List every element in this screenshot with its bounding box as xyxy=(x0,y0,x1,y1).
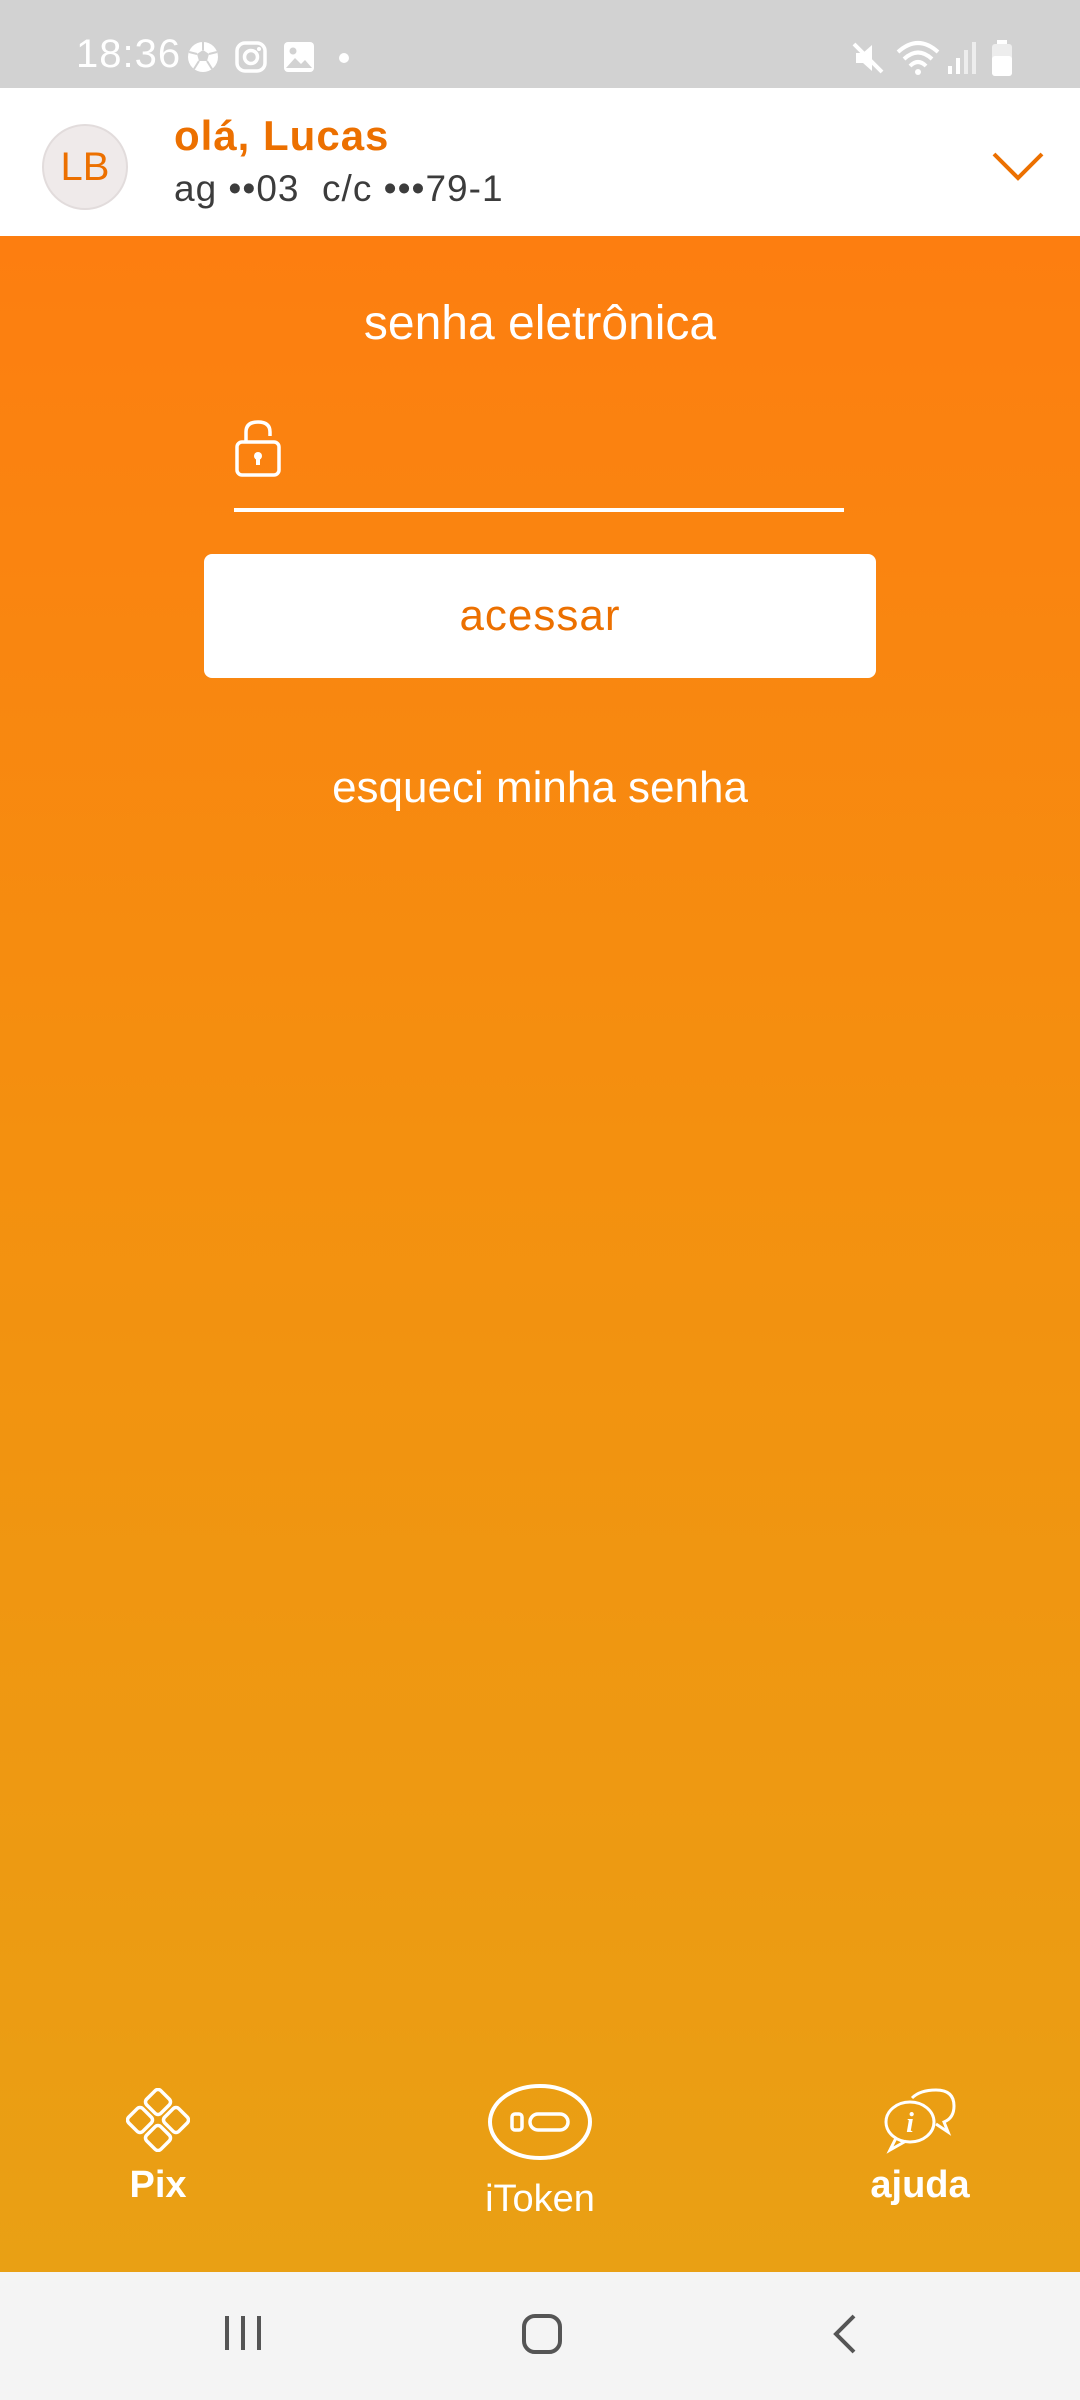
access-button[interactable]: acessar xyxy=(204,554,876,678)
help-label: ajuda xyxy=(870,2164,970,2206)
help-shortcut[interactable]: i ajuda xyxy=(850,2088,990,2207)
instagram-icon xyxy=(235,41,267,73)
avatar[interactable]: LB xyxy=(42,124,128,210)
login-panel: senha eletrônica acessar esqueci minha s… xyxy=(0,236,1080,2272)
dot-icon xyxy=(339,53,349,63)
pix-icon xyxy=(125,2087,191,2153)
lock-icon xyxy=(235,420,281,477)
system-nav-bar xyxy=(0,2272,1080,2400)
forgot-password-link[interactable]: esqueci minha senha xyxy=(0,760,1080,816)
itoken-label: iToken xyxy=(485,2178,595,2220)
account-header: LB olá, Lucas ag ••03 c/c •••79-1 xyxy=(0,88,1080,236)
help-chat-icon: i xyxy=(884,2088,956,2154)
greeting: olá, Lucas xyxy=(174,112,390,159)
itoken-icon xyxy=(488,2084,592,2160)
section-title: senha eletrônica xyxy=(363,297,717,350)
battery-icon xyxy=(992,40,1012,76)
signal-icon xyxy=(948,42,976,74)
back-icon[interactable] xyxy=(828,2312,860,2356)
home-icon[interactable] xyxy=(520,2312,564,2356)
soccer-ball-icon xyxy=(188,42,218,72)
chevron-down-icon[interactable] xyxy=(990,146,1046,186)
mute-icon xyxy=(852,42,884,74)
recent-apps-icon[interactable] xyxy=(222,2312,264,2354)
account-info: ag ••03 c/c •••79-1 xyxy=(174,168,504,209)
gallery-icon xyxy=(284,42,314,72)
svg-text:i: i xyxy=(906,2108,914,2139)
pix-shortcut[interactable]: Pix xyxy=(98,2087,218,2207)
password-field[interactable] xyxy=(234,408,844,512)
itoken-shortcut[interactable]: iToken xyxy=(452,2082,628,2221)
status-bar: 18:36 xyxy=(0,0,1080,88)
pix-label: Pix xyxy=(129,2164,187,2206)
password-input[interactable] xyxy=(304,418,828,480)
status-time: 18:36 xyxy=(76,32,182,76)
screen: 18:36 LB olá, Lucas ag ••03 c/c •••79-1 … xyxy=(0,0,1080,2400)
wifi-icon xyxy=(896,41,940,75)
